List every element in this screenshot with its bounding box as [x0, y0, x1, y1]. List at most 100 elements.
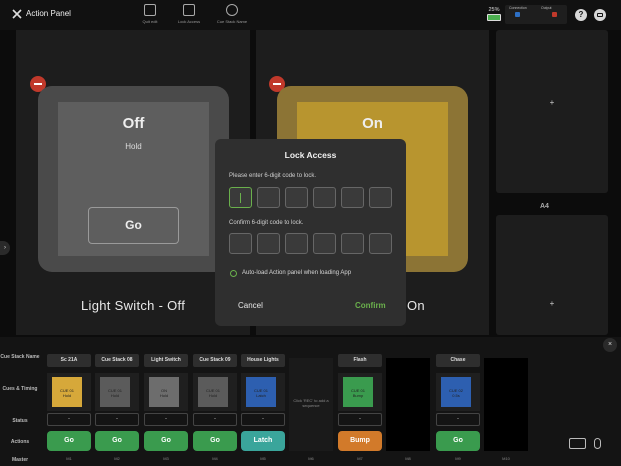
cue-status: - — [436, 413, 480, 426]
eye-icon — [226, 4, 238, 16]
cue-mode: Hold — [62, 393, 72, 398]
app-title: Action Panel — [26, 9, 71, 18]
microphone-icon[interactable] — [594, 438, 601, 449]
card-state: Off — [122, 115, 145, 132]
cue-swatch: CUE 01 Hold — [52, 377, 82, 407]
auto-load-label: Auto-load Action panel when loading App — [242, 270, 352, 276]
edit-icon — [144, 4, 156, 16]
confirm-digit-input[interactable] — [285, 233, 308, 254]
add-icon[interactable]: + — [548, 98, 556, 107]
cue-stack-name[interactable]: House Lights — [241, 354, 285, 367]
row-label-actions: Actions — [10, 439, 30, 445]
cue-stack-name[interactable]: Sc 21A — [47, 354, 91, 367]
code-digit-input[interactable] — [285, 187, 308, 208]
go-button[interactable]: Go — [88, 207, 179, 244]
keyboard-icon[interactable] — [569, 438, 586, 449]
dialog-title: Lock Access — [284, 150, 337, 160]
cue-stack-name[interactable]: Flash — [338, 354, 382, 367]
battery-icon — [487, 14, 501, 21]
battery-indicator: 25% — [486, 7, 502, 21]
connection-dot-icon — [515, 12, 520, 17]
cue-tile[interactable]: CUE 01 Hold — [95, 373, 139, 411]
row-label-cues: Cues & Timing — [2, 386, 38, 392]
master-label: M9 — [455, 456, 461, 461]
cue-tile[interactable]: ON Hold — [144, 373, 188, 411]
confirm-digit-input[interactable] — [313, 233, 336, 254]
confirm-code-prompt: Confirm 6-digit code to lock. — [229, 220, 304, 226]
cue-action-button[interactable]: Go — [436, 431, 480, 451]
code-digit-input[interactable] — [313, 187, 336, 208]
cue-status: - — [144, 413, 188, 426]
cancel-button[interactable]: Cancel — [238, 301, 263, 310]
empty-cue-slot[interactable] — [484, 358, 528, 451]
cue-tile[interactable]: CUE 01 Latch — [241, 373, 285, 411]
cue-action-button[interactable]: Latch — [241, 431, 285, 451]
connection-status[interactable]: Connection Output — [505, 5, 567, 24]
panel-label-a4: A4 — [540, 203, 549, 210]
connection-label: Connection — [509, 6, 527, 10]
close-bar-button[interactable]: × — [603, 338, 617, 352]
master-label: M5 — [260, 456, 266, 461]
confirm-button[interactable]: Confirm — [355, 301, 386, 310]
cue-stack-name-label: Cue Stack Name — [216, 19, 248, 24]
cue-action-button[interactable]: Go — [95, 431, 139, 451]
battery-percent: 25% — [488, 7, 500, 13]
card-mode: Hold — [125, 142, 142, 151]
cue-swatch: CUE 01 Latch — [246, 377, 276, 407]
master-label: M6 — [308, 456, 314, 461]
lock-access-dialog: Lock Access Please enter 6-digit code to… — [215, 139, 406, 326]
cue-action-button[interactable]: Go — [144, 431, 188, 451]
confirm-digit-input[interactable] — [257, 233, 280, 254]
cue-tile[interactable]: CUE 01 Bump — [338, 373, 382, 411]
master-label: M8 — [405, 456, 411, 461]
master-label: M10 — [502, 456, 510, 461]
enter-code-prompt: Please enter 6-digit code to lock. — [229, 173, 317, 179]
master-label: M7 — [357, 456, 363, 461]
cue-status: - — [338, 413, 382, 426]
row-label-master: Master — [11, 457, 29, 463]
cue-mode: Bump — [352, 393, 364, 398]
cue-stack-name[interactable]: Cue Stack 08 — [95, 354, 139, 367]
chat-button[interactable] — [594, 9, 606, 21]
add-icon[interactable]: + — [548, 299, 556, 308]
action-panel-a3[interactable]: + — [496, 30, 608, 193]
cue-swatch: ON Hold — [149, 377, 179, 407]
cue-status: - — [193, 413, 237, 426]
cue-swatch: CUE 01 Hold — [100, 377, 130, 407]
help-button[interactable]: ? — [575, 9, 587, 21]
side-expand-tab[interactable]: › — [0, 241, 10, 255]
confirm-digit-input[interactable] — [341, 233, 364, 254]
code-digit-input[interactable] — [257, 187, 280, 208]
cue-tile[interactable]: CUE 01 Hold — [47, 373, 91, 411]
cue-swatch: CUE 02 0.5s — [441, 377, 471, 407]
master-label: M4 — [212, 456, 218, 461]
cue-action-button[interactable]: Bump — [338, 431, 382, 451]
cue-swatch: CUE 01 Bump — [343, 377, 373, 407]
cue-stack-name[interactable]: Cue Stack 09 — [193, 354, 237, 367]
cue-stack-name[interactable]: Light Switch — [144, 354, 188, 367]
cue-mode: 0.5s — [452, 393, 460, 398]
master-label: M2 — [114, 456, 120, 461]
confirm-digit-input[interactable] — [229, 233, 252, 254]
cue-tile[interactable]: CUE 01 Hold — [193, 373, 237, 411]
cue-action-button[interactable]: Go — [193, 431, 237, 451]
action-panel-a4[interactable]: + — [496, 215, 608, 335]
top-bar: Action Panel Quit edit Lock Access Cue S… — [0, 0, 621, 30]
cue-mode: Hold — [159, 393, 169, 398]
chat-icon — [597, 13, 603, 17]
row-label-name: Cue Stack Name — [0, 354, 40, 360]
auto-load-radio[interactable] — [230, 270, 237, 277]
cue-stack-name-button[interactable]: Cue Stack Name — [207, 4, 257, 28]
light-switch-off-card[interactable]: Off Hold Go — [38, 86, 229, 272]
cue-stack-name[interactable]: Chase — [436, 354, 480, 367]
code-digit-input[interactable] — [369, 187, 392, 208]
confirm-digit-input[interactable] — [369, 233, 392, 254]
cue-tile[interactable]: CUE 02 0.5s — [436, 373, 480, 411]
code-digit-input[interactable] — [229, 187, 252, 208]
cue-action-button[interactable]: Go — [47, 431, 91, 451]
card-state: On — [362, 115, 383, 132]
close-icon[interactable] — [11, 8, 23, 20]
empty-cue-slot[interactable] — [386, 358, 430, 451]
code-digit-input[interactable] — [341, 187, 364, 208]
cue-mode: Hold — [110, 393, 120, 398]
